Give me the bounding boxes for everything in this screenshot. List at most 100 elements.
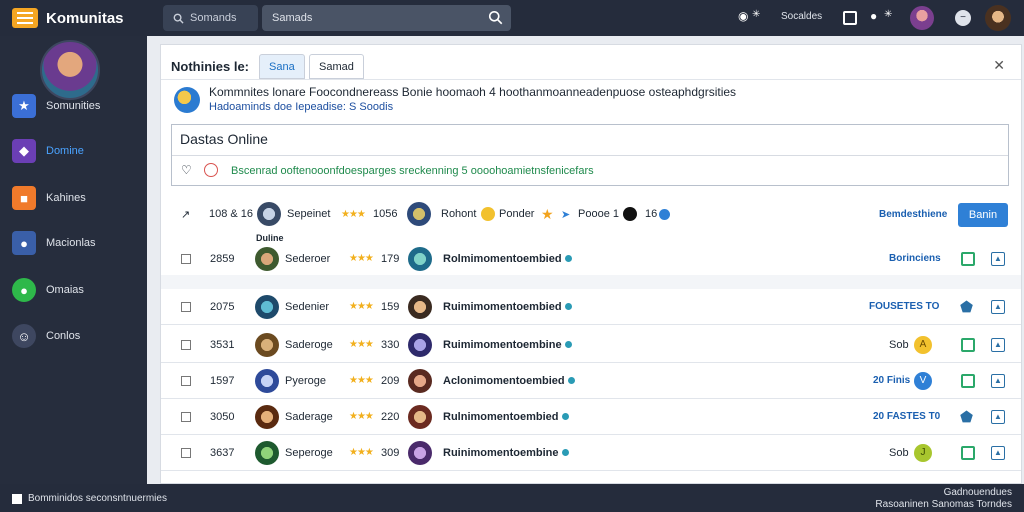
row-checkbox[interactable] bbox=[181, 375, 191, 386]
header-tag[interactable]: Bemdesthiene bbox=[879, 197, 947, 231]
toggle-icon[interactable]: − bbox=[955, 10, 971, 26]
table-row[interactable]: 2075 Sedenier ★★★ 159 Ruimimomentoembied… bbox=[161, 289, 1021, 325]
sidebar-item-label: Somunities bbox=[46, 100, 101, 112]
avatar[interactable] bbox=[910, 6, 934, 30]
row-title[interactable]: Rulnimomentoembied bbox=[443, 411, 559, 423]
search-submit-icon[interactable] bbox=[488, 10, 503, 25]
edit-icon[interactable] bbox=[961, 373, 975, 388]
footer-right-1[interactable]: Gadnouendues bbox=[944, 487, 1012, 498]
sidebar-item-label: Conlos bbox=[46, 330, 81, 342]
window-icon[interactable] bbox=[843, 11, 857, 25]
manage-button[interactable]: Banin bbox=[958, 203, 1008, 227]
star-icon[interactable]: ⬟ bbox=[960, 289, 973, 324]
avatar bbox=[257, 202, 281, 226]
top-link[interactable]: Socaldes bbox=[781, 11, 822, 22]
table-row[interactable]: 2859 Sederoer ★★★ 179 Rolmimomentoembied… bbox=[161, 241, 1021, 277]
brand[interactable]: Komunitas bbox=[12, 8, 124, 28]
tab-samad[interactable]: Samad bbox=[309, 54, 364, 79]
close-icon[interactable]: ✕ bbox=[993, 57, 1005, 74]
sidebar: ★ Somunities ◆ Domine ■ Kahines ● Macion… bbox=[0, 36, 147, 484]
more-icon[interactable]: ▲ bbox=[991, 299, 1005, 314]
avatar bbox=[407, 202, 431, 226]
more-icon[interactable]: ▲ bbox=[991, 445, 1005, 460]
badge-icon: J bbox=[914, 443, 932, 462]
edit-icon[interactable] bbox=[961, 251, 975, 266]
verified-icon bbox=[659, 208, 670, 220]
row-tag: Sob bbox=[889, 446, 909, 459]
row-tag: 20 FASTES T0 bbox=[873, 411, 941, 422]
sidebar-item-macionlas[interactable]: ● Macionlas bbox=[12, 231, 96, 255]
sidebar-item-domine[interactable]: ◆ Domine bbox=[12, 139, 84, 163]
rating-stars-icon: ★★★ bbox=[349, 253, 374, 264]
game-icon: ◆ bbox=[12, 139, 36, 163]
header-count2: Poooe 1 bbox=[578, 208, 619, 220]
rating-stars-icon: ★★★ bbox=[349, 301, 374, 312]
search-input[interactable]: Samads bbox=[262, 5, 511, 31]
online-header: Dastas Online bbox=[180, 131, 268, 147]
row-rating: 330 bbox=[381, 338, 400, 351]
online-dot-icon bbox=[561, 413, 569, 420]
divider bbox=[161, 79, 1021, 80]
row-title[interactable]: Ruimimomentoembied bbox=[443, 301, 562, 313]
sidebar-item-communities[interactable]: ★ Somunities bbox=[12, 94, 100, 118]
online-message: Bscenrad ooftenooonfdoesparges sreckenni… bbox=[231, 165, 594, 177]
sidebar-item-omaias[interactable]: ● Omaias bbox=[12, 278, 84, 302]
search-scope-label: Somands bbox=[190, 12, 237, 24]
header-rating: 1056 bbox=[373, 208, 398, 220]
row-checkbox[interactable] bbox=[181, 411, 191, 422]
rating-stars-icon: ★★★ bbox=[341, 208, 366, 220]
footer-text[interactable]: Bomminidos seconsntnuermies bbox=[28, 493, 167, 504]
rating-stars-icon: ★★★ bbox=[349, 447, 374, 458]
edit-icon[interactable] bbox=[961, 445, 975, 460]
more-icon[interactable]: ▲ bbox=[991, 337, 1005, 352]
avatar bbox=[408, 246, 432, 271]
more-icon[interactable]: ▲ bbox=[991, 373, 1005, 388]
star-icon[interactable]: ⬟ bbox=[960, 399, 973, 434]
notification-icon[interactable]: ● bbox=[870, 9, 877, 23]
row-checkbox[interactable] bbox=[181, 253, 191, 264]
row-tag: 20 Finis bbox=[873, 375, 911, 386]
footer-right-2[interactable]: Rasoaninen Sanomas Torndes bbox=[875, 499, 1012, 510]
main-panel: Nothinies le: Sana Samad ✕ Kommnites lon… bbox=[160, 44, 1022, 484]
avatar bbox=[255, 294, 279, 319]
avatar bbox=[255, 332, 279, 357]
table-row[interactable]: 3637 Seperoge ★★★ 309 Ruinimomentoembine… bbox=[161, 435, 1021, 471]
sidebar-item-conlos[interactable]: ☺ Conlos bbox=[12, 324, 80, 348]
brand-title: Komunitas bbox=[46, 9, 124, 27]
row-title[interactable]: Aclonimomentoembied bbox=[443, 375, 565, 387]
top-bar: Komunitas Somands Samads ◉ ✳ Socaldes ● … bbox=[0, 0, 1024, 36]
sidebar-item-label: Macionlas bbox=[46, 237, 96, 249]
row-spacer bbox=[161, 275, 1021, 289]
menu-icon[interactable] bbox=[12, 8, 38, 28]
user-avatar[interactable] bbox=[985, 5, 1011, 31]
sparkle-icon[interactable]: ✳ bbox=[752, 9, 760, 20]
row-name: Pyeroge bbox=[285, 374, 326, 387]
table-row[interactable]: 3050 Saderage ★★★ 220 Rulnimomentoembied… bbox=[161, 399, 1021, 435]
row-checkbox[interactable] bbox=[181, 447, 191, 458]
sidebar-item-kahines[interactable]: ■ Kahines bbox=[12, 186, 86, 210]
avatar bbox=[255, 246, 279, 271]
row-checkbox[interactable] bbox=[181, 339, 191, 350]
more-icon[interactable]: ▲ bbox=[991, 409, 1005, 424]
row-tag: Sob bbox=[889, 338, 909, 351]
more-icon[interactable]: ▲ bbox=[991, 251, 1005, 266]
row-title[interactable]: Rolmimomentoembied bbox=[443, 253, 562, 265]
sidebar-avatar[interactable] bbox=[40, 40, 100, 100]
header-extra: 16 bbox=[645, 208, 658, 220]
table-row[interactable]: 1597 Pyeroge ★★★ 209 Aclonimomentoembied… bbox=[161, 363, 1021, 399]
expand-icon[interactable]: ↗ bbox=[181, 197, 190, 231]
row-name: Sedenier bbox=[285, 300, 330, 313]
users-icon[interactable]: ♡ bbox=[181, 163, 192, 177]
row-title[interactable]: Ruinimomentoembine bbox=[443, 447, 559, 459]
edit-icon[interactable] bbox=[961, 337, 975, 352]
row-title[interactable]: Ruimimomentoembine bbox=[443, 339, 562, 351]
row-id: 3637 bbox=[210, 446, 235, 459]
row-checkbox[interactable] bbox=[181, 301, 191, 312]
table-row[interactable]: 3531 Saderoge ★★★ 330 Ruimimomentoembine… bbox=[161, 327, 1021, 363]
search-scope[interactable]: Somands bbox=[163, 5, 258, 31]
tab-sana[interactable]: Sana bbox=[259, 54, 305, 79]
location-icon[interactable]: ◉ bbox=[738, 9, 748, 23]
search-icon bbox=[173, 13, 184, 24]
sparkle-icon-2[interactable]: ✳ bbox=[884, 9, 892, 20]
rating-stars-icon: ★★★ bbox=[349, 339, 374, 350]
